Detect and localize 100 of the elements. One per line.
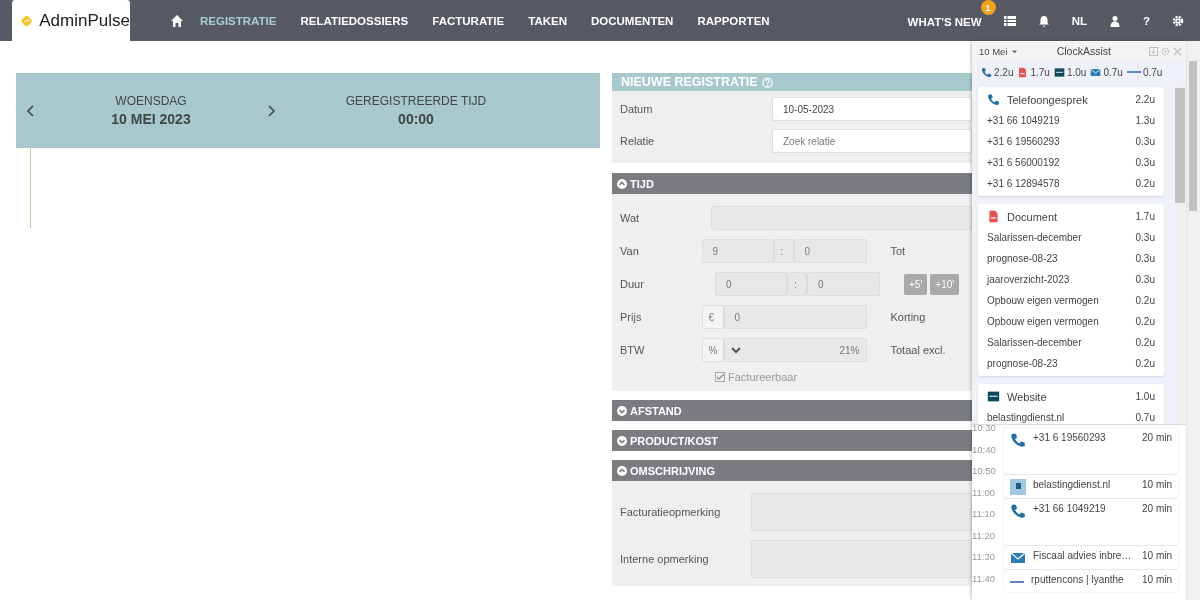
registered-time: 00:00 xyxy=(398,111,434,127)
list-icon[interactable] xyxy=(1003,14,1016,27)
activity-duration: 0.3u xyxy=(1135,232,1155,243)
activity-item[interactable]: Salarissen-december xyxy=(987,337,1082,348)
list-scrollbar[interactable] xyxy=(1174,83,1186,424)
unit-label: € xyxy=(701,305,724,329)
registered-time-label: GEREGISTREERDE TIJD xyxy=(345,94,487,108)
activity-duration: 0.2u xyxy=(1135,178,1155,189)
vat-select[interactable]: 21% xyxy=(723,338,867,362)
text-area[interactable] xyxy=(750,493,972,531)
help-button[interactable]: ? xyxy=(1142,14,1150,27)
separator: : xyxy=(787,272,807,296)
price-field[interactable]: 0 xyxy=(723,305,867,329)
activity-duration: 0.7u xyxy=(1135,412,1155,423)
hours-field[interactable]: 9 xyxy=(701,239,774,263)
field-label: Van xyxy=(620,245,640,257)
collapse-icon xyxy=(617,178,627,189)
activity-item[interactable]: jaaroverzicht-2023 xyxy=(987,274,1070,285)
input-field[interactable] xyxy=(711,206,972,230)
field-label: Datum xyxy=(620,103,654,115)
section-header[interactable]: OMSCHRIJVING xyxy=(612,460,972,481)
minutes-field[interactable]: 0 xyxy=(807,272,880,296)
field-label: Totaal excl. xyxy=(890,344,947,356)
activity-duration: 0.3u xyxy=(1135,157,1155,168)
activity-duration: 0.2u xyxy=(1135,316,1155,327)
activity-item[interactable]: belastingdienst.nl xyxy=(987,412,1065,423)
section-header[interactable]: TIJD xyxy=(612,173,972,194)
bell-icon[interactable] xyxy=(1037,14,1050,27)
timeline-entry[interactable]: Fiscaal advies inbre… 10 min xyxy=(1004,545,1178,569)
activity-item[interactable]: +31 6 56000192 xyxy=(987,157,1060,168)
date-field[interactable]: 10-05-2023 xyxy=(772,97,972,121)
close-icon[interactable] xyxy=(1173,46,1182,56)
phone-icon xyxy=(1010,502,1026,519)
unit-label: % xyxy=(701,338,724,362)
notification-badge: 1 xyxy=(980,0,996,15)
envelope-icon xyxy=(1090,66,1102,78)
app-logo[interactable]: AdminPulse xyxy=(12,0,130,41)
time-label: 10:50 xyxy=(972,465,996,476)
time-label: 10:40 xyxy=(972,443,996,455)
website-icon xyxy=(987,390,1000,403)
timeline-entry[interactable]: +31 6 19560293 20 min xyxy=(1004,428,1178,475)
language-button[interactable]: NL xyxy=(1071,14,1087,27)
activity-item[interactable]: Opbouw eigen vermogen xyxy=(987,295,1099,306)
activity-duration: 0.2u xyxy=(1135,295,1155,306)
help-icon[interactable] xyxy=(761,76,773,88)
field-label: Duur xyxy=(620,278,645,290)
home-icon[interactable] xyxy=(170,13,184,28)
nav-tab[interactable]: REGISTRATIE xyxy=(200,14,277,27)
nav-tab[interactable]: FACTURATIE xyxy=(432,14,505,27)
nav-tab[interactable]: RELATIEDOSSIERS xyxy=(300,14,409,27)
phone-icon xyxy=(987,93,1000,106)
activity-duration: 0.3u xyxy=(1135,136,1155,147)
nav-tab[interactable]: TAKEN xyxy=(528,14,567,27)
summary-value: 1.7u xyxy=(1030,66,1050,78)
panel-title: ClockAssist xyxy=(1055,45,1112,57)
field-label: Wat xyxy=(620,212,641,224)
time-label: 10:30 xyxy=(972,425,996,433)
group-total: 2.2u xyxy=(1135,94,1155,105)
user-icon[interactable] xyxy=(1108,14,1121,27)
nav-tab[interactable]: DOCUMENTEN xyxy=(591,14,674,27)
timeline-entry[interactable]: +31 66 1049219 20 min xyxy=(1004,498,1178,545)
form-title: NIEUWE REGISTRATIE xyxy=(621,75,758,89)
page-scrollbar[interactable] xyxy=(1186,41,1200,600)
activity-item[interactable]: Salarissen-december xyxy=(987,232,1082,243)
search-field[interactable]: Zoek relatie xyxy=(772,129,972,153)
activity-item[interactable]: Opbouw eigen vermogen xyxy=(987,316,1099,327)
nav-tab[interactable]: RAPPORTEN xyxy=(697,14,770,27)
time-label: 11:40 xyxy=(972,572,996,584)
whats-new-link[interactable]: WHAT'S NEW xyxy=(907,16,982,28)
section-header[interactable]: AFSTAND xyxy=(612,400,972,421)
hours-field[interactable]: 0 xyxy=(715,272,787,296)
weekday-label: WOENSDAG xyxy=(115,94,187,108)
summary-value: 0.7u xyxy=(1103,66,1123,78)
phone-icon xyxy=(981,66,992,78)
field-label: Facturatieopmerking xyxy=(620,506,722,518)
activity-item[interactable]: +31 6 12894578 xyxy=(987,178,1060,189)
phone-icon xyxy=(1010,432,1026,448)
activity-duration: 0.3u xyxy=(1135,274,1155,285)
group-title: Website xyxy=(1007,390,1047,403)
activity-duration: 1.3u xyxy=(1135,115,1155,126)
minutes-field[interactable]: 0 xyxy=(793,239,867,263)
activity-duration: 0.2u xyxy=(1135,337,1155,348)
time-label: 11:20 xyxy=(972,529,996,541)
activity-item[interactable]: +31 66 1049219 xyxy=(987,115,1060,126)
timeline-entry[interactable]: rputtencons | lyanthe 10 min xyxy=(1004,569,1178,593)
activity-item[interactable]: prognose-08-23 xyxy=(987,253,1058,264)
timeline-entry[interactable]: belastingdienst.nl 10 min xyxy=(1004,475,1178,498)
activity-duration: 0.3u xyxy=(1135,253,1155,264)
expand-icon xyxy=(617,435,627,446)
field-label: Relatie xyxy=(620,135,656,147)
text-area[interactable] xyxy=(750,540,972,578)
activity-item[interactable]: +31 6 19560293 xyxy=(987,136,1060,147)
time-label: 11:10 xyxy=(972,508,996,519)
field-label: Tot xyxy=(890,245,907,257)
activity-item[interactable]: prognose-08-23 xyxy=(987,358,1058,369)
download-icon[interactable] xyxy=(1149,46,1158,56)
summary-value: 0.7u xyxy=(1142,66,1163,78)
activity-duration: 0.2u xyxy=(1135,358,1155,369)
date-dropdown[interactable]: 10 Mei xyxy=(979,45,1019,57)
section-header[interactable]: PRODUCT/KOST xyxy=(612,430,972,451)
